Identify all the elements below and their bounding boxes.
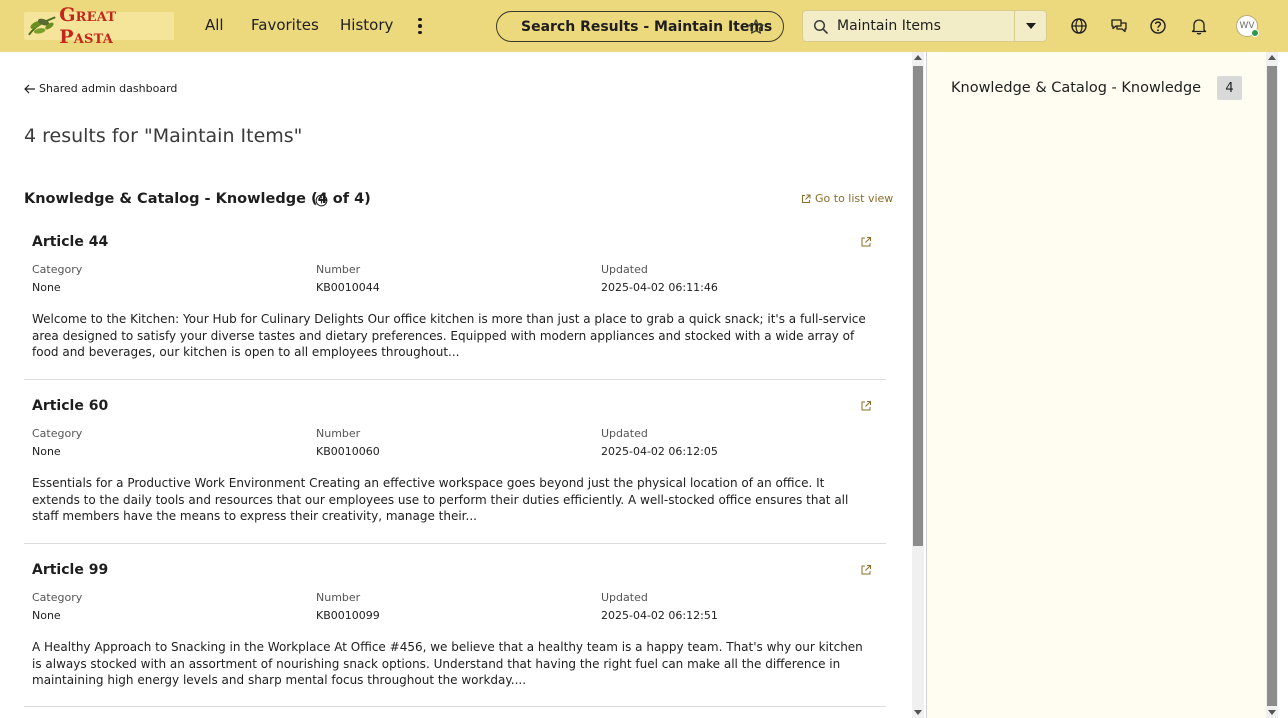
- panel-scrollbar[interactable]: [1266, 52, 1278, 718]
- scroll-down-arrow[interactable]: [1268, 710, 1276, 715]
- main-scrollbar[interactable]: [912, 52, 924, 718]
- go-to-list-view-link[interactable]: Go to list view: [801, 192, 893, 205]
- search-results-main: Shared admin dashboard 4 results for "Ma…: [0, 52, 912, 718]
- scrollbar-thumb[interactable]: [1267, 66, 1277, 706]
- context-title: Search Results - Maintain Items: [521, 18, 773, 35]
- external-link-icon[interactable]: [860, 564, 872, 576]
- category-label: Category: [32, 591, 83, 604]
- help-icon[interactable]: [1148, 16, 1168, 36]
- back-link[interactable]: Shared admin dashboard: [24, 82, 177, 95]
- results-title: 4 results for "Maintain Items": [24, 125, 303, 147]
- number-label: Number: [316, 591, 361, 604]
- info-icon[interactable]: [315, 194, 328, 207]
- nav-all[interactable]: All: [205, 16, 224, 34]
- scroll-up-arrow[interactable]: [1268, 55, 1276, 60]
- search-icon: [813, 19, 829, 35]
- updated-value: 2025-04-02 06:12:05: [601, 445, 718, 458]
- result-card: Article 99 Category Number Updated None …: [24, 562, 886, 707]
- kebab-menu-icon[interactable]: [411, 14, 429, 38]
- result-card: Article 44 Category Number Updated None …: [24, 234, 886, 380]
- company-logo[interactable]: Great Pasta: [24, 4, 174, 48]
- back-link-label: Shared admin dashboard: [39, 82, 178, 95]
- number-label: Number: [316, 263, 361, 276]
- globe-icon[interactable]: [1069, 16, 1089, 36]
- external-link-icon: [802, 194, 811, 203]
- article-snippet: A Healthy Approach to Snacking in the Wo…: [32, 640, 863, 687]
- external-link-icon[interactable]: [860, 236, 872, 248]
- nav-favorites[interactable]: Favorites: [251, 16, 319, 34]
- search-input[interactable]: [837, 11, 1012, 41]
- nav-history[interactable]: History: [340, 16, 393, 34]
- article-title[interactable]: Article 44: [32, 234, 108, 250]
- scroll-up-arrow[interactable]: [914, 55, 922, 60]
- number-value: KB0010099: [316, 609, 380, 622]
- global-search: [802, 10, 1015, 42]
- updated-label: Updated: [601, 427, 648, 440]
- number-label: Number: [316, 427, 361, 440]
- facet-knowledge-catalog[interactable]: Knowledge & Catalog - Knowledge: [951, 80, 1201, 96]
- category-value: None: [32, 445, 61, 458]
- number-value: KB0010060: [316, 445, 380, 458]
- category-value: None: [32, 281, 61, 294]
- article-snippet: Essentials for a Productive Work Environ…: [32, 476, 849, 523]
- facet-panel: Knowledge & Catalog - Knowledge 4: [926, 52, 1266, 718]
- category-label: Category: [32, 427, 83, 440]
- article-title[interactable]: Article 99: [32, 562, 108, 578]
- article-title[interactable]: Article 60: [32, 398, 108, 414]
- updated-label: Updated: [601, 263, 648, 276]
- context-title-pill[interactable]: Search Results - Maintain Items: [496, 11, 784, 42]
- category-label: Category: [32, 263, 83, 276]
- updated-label: Updated: [601, 591, 648, 604]
- article-snippet: Welcome to the Kitchen: Your Hub for Cul…: [32, 312, 866, 359]
- number-value: KB0010044: [316, 281, 380, 294]
- search-scope-dropdown[interactable]: [1014, 10, 1047, 42]
- updated-value: 2025-04-02 06:12:51: [601, 609, 718, 622]
- leaf-logo-icon: [28, 16, 56, 36]
- category-value: None: [32, 609, 61, 622]
- scrollbar-thumb[interactable]: [913, 66, 923, 546]
- arrow-left-icon: [24, 84, 35, 93]
- caret-down-icon: [1025, 23, 1036, 29]
- updated-value: 2025-04-02 06:11:46: [601, 281, 718, 294]
- external-link-icon[interactable]: [860, 400, 872, 412]
- scroll-down-arrow[interactable]: [914, 710, 922, 715]
- online-status-indicator: [1251, 29, 1259, 37]
- top-header: Great Pasta All Favorites History Search…: [0, 0, 1288, 52]
- facet-count-badge: 4: [1217, 76, 1242, 100]
- bell-icon[interactable]: [1189, 16, 1209, 36]
- logo-text: Great Pasta: [59, 4, 117, 48]
- avatar[interactable]: WV: [1236, 15, 1259, 37]
- result-card: Article 60 Category Number Updated None …: [24, 398, 886, 544]
- list-view-label: Go to list view: [815, 192, 894, 205]
- chat-icon[interactable]: [1109, 16, 1129, 36]
- star-icon[interactable]: [747, 18, 765, 36]
